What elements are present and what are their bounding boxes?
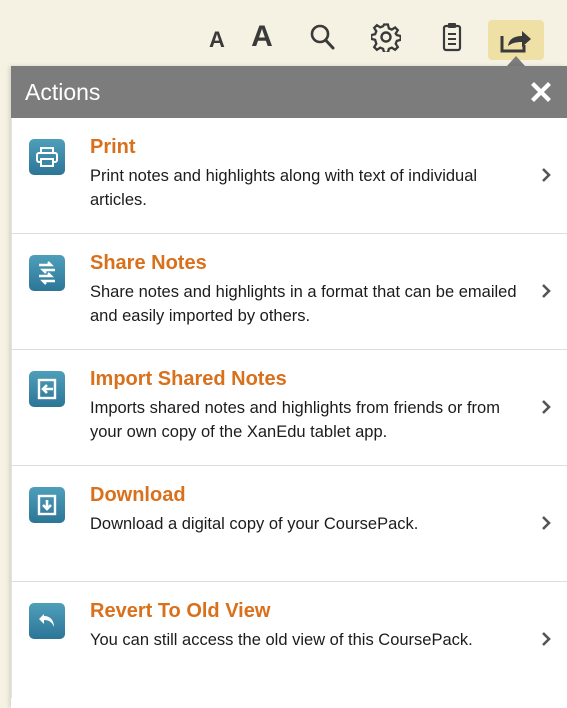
action-description: Imports shared notes and highlights from…: [90, 399, 500, 441]
action-item-revert-old-view[interactable]: Revert To Old View You can still access …: [12, 582, 567, 698]
download-icon: [29, 487, 65, 523]
chevron-right-icon: [542, 400, 551, 414]
printer-icon: [29, 139, 65, 175]
action-description: Download a digital copy of your CoursePa…: [90, 515, 419, 533]
chevron-right-icon: [542, 168, 551, 182]
action-title: Revert To Old View: [90, 600, 271, 622]
action-description: You can still access the old view of thi…: [90, 631, 473, 649]
chevron-right-icon: [542, 516, 551, 530]
action-item-import-shared-notes[interactable]: Import Shared Notes Imports shared notes…: [12, 350, 567, 466]
actions-panel: Actions Print Print notes and highlights…: [11, 66, 567, 708]
close-button[interactable]: [525, 76, 557, 108]
close-icon: [531, 82, 551, 102]
settings-button[interactable]: [366, 18, 406, 56]
panel-header: Actions: [11, 66, 567, 118]
action-description: Print notes and highlights along with te…: [90, 167, 478, 209]
search-button[interactable]: [304, 18, 340, 56]
chevron-right-icon: [542, 284, 551, 298]
action-title: Print: [90, 136, 136, 158]
reader-toolbar: A A: [0, 0, 567, 66]
share-icon: [500, 31, 531, 53]
revert-icon: [29, 603, 65, 639]
action-item-share-notes[interactable]: Share Notes Share notes and highlights i…: [12, 234, 567, 350]
action-title: Download: [90, 484, 186, 506]
action-title: Import Shared Notes: [90, 368, 287, 390]
notes-icon: [442, 23, 462, 52]
search-icon: [310, 24, 335, 50]
chevron-right-icon: [542, 632, 551, 646]
increase-font-button[interactable]: A: [246, 18, 278, 56]
action-description: Share notes and highlights in a format t…: [90, 283, 517, 325]
import-icon: [29, 371, 65, 407]
action-title: Share Notes: [90, 252, 207, 274]
actions-list: Print Print notes and highlights along w…: [11, 118, 567, 698]
action-item-print[interactable]: Print Print notes and highlights along w…: [12, 118, 567, 234]
popover-pointer: [507, 56, 525, 66]
panel-title: Actions: [25, 78, 101, 105]
decrease-font-button[interactable]: A: [203, 18, 231, 56]
gear-icon: [371, 23, 401, 52]
notes-button[interactable]: [434, 18, 470, 56]
share-notes-icon: [29, 255, 65, 291]
action-item-download[interactable]: Download Download a digital copy of your…: [12, 466, 567, 582]
share-button[interactable]: [488, 20, 544, 60]
